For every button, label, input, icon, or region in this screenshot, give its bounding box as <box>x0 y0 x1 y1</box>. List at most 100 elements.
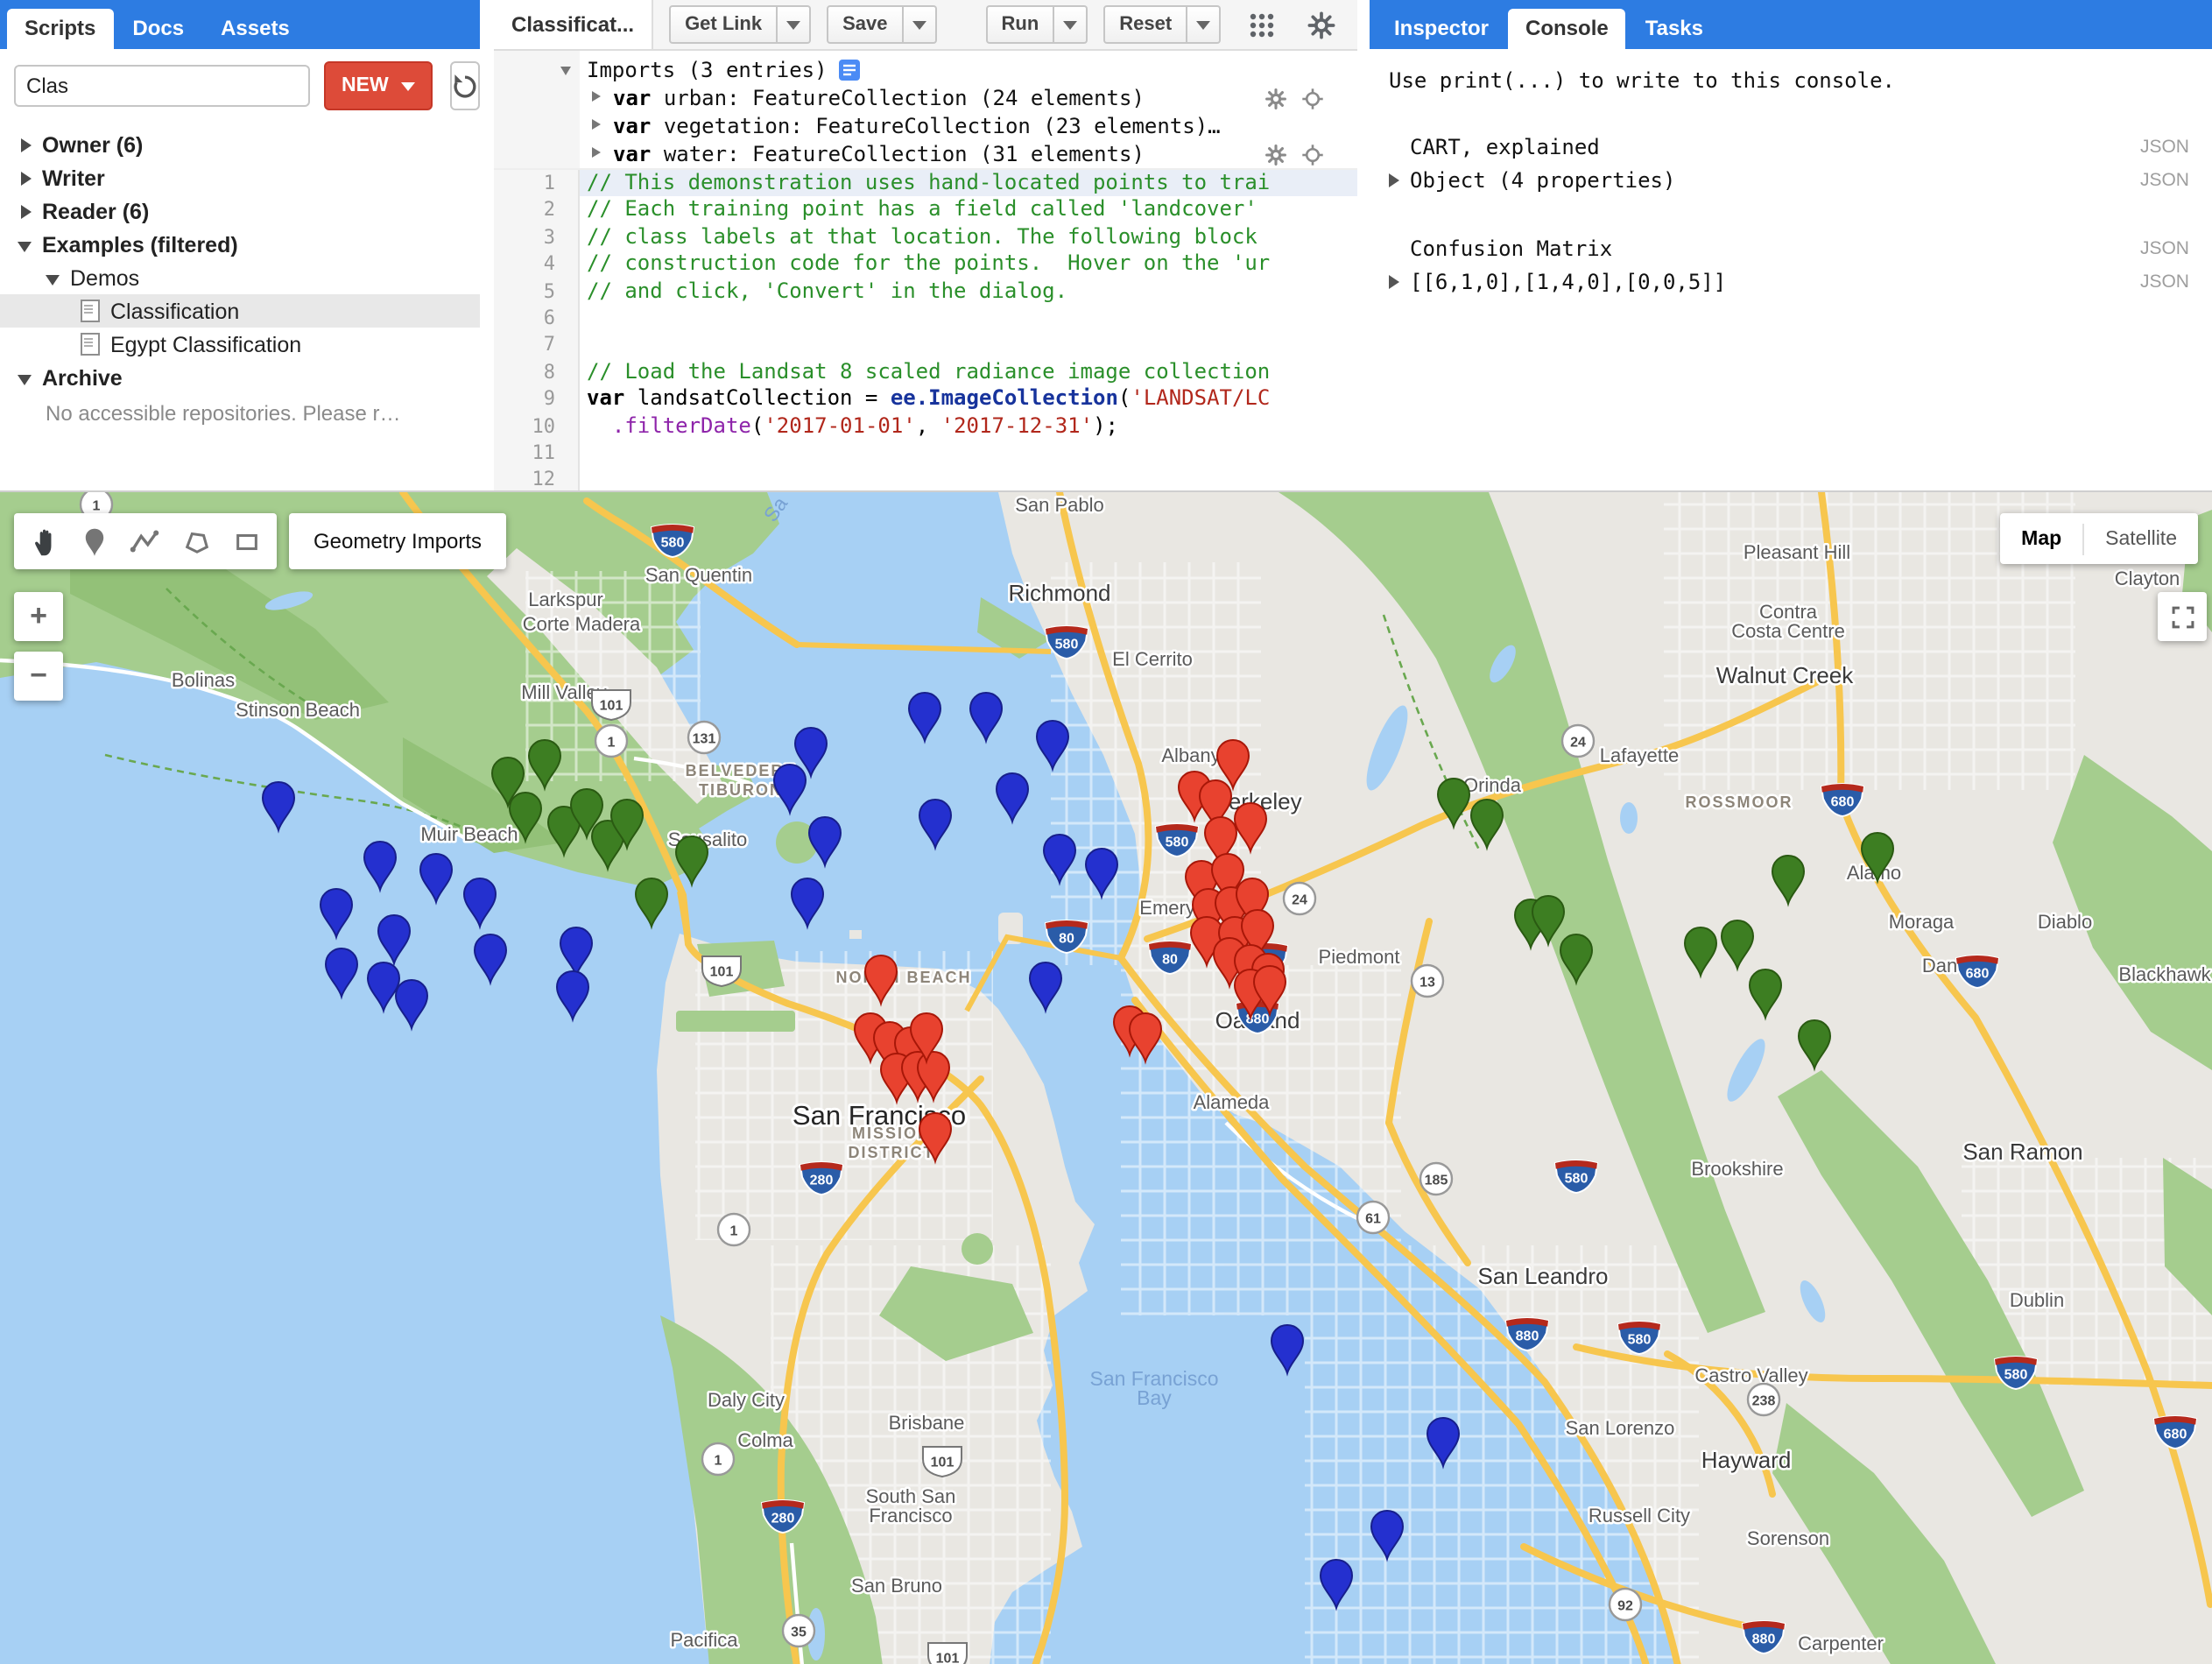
map-label: Orinda <box>1463 774 1522 796</box>
placemark-tool[interactable] <box>72 518 117 564</box>
draw-polygon-tool[interactable] <box>173 518 219 564</box>
map-label: Brookshire <box>1691 1158 1783 1180</box>
expand-icon[interactable] <box>1389 173 1399 187</box>
reset-button[interactable]: Reset <box>1103 5 1187 44</box>
map-label: Alameda <box>1194 1091 1271 1113</box>
tab-inspector[interactable]: Inspector <box>1377 9 1506 49</box>
expand-icon[interactable] <box>592 147 601 158</box>
refresh-icon <box>452 73 478 99</box>
zoom-in-button[interactable]: + <box>14 592 63 641</box>
map-type-satellite-button[interactable]: Satellite <box>2084 513 2198 564</box>
code-line[interactable]: 10 .filterDate('2017-01-01', '2017-12-31… <box>494 412 1357 440</box>
chevron-down-icon[interactable] <box>46 269 70 286</box>
map-label: Daly City <box>708 1389 785 1411</box>
code-line[interactable]: 3// class labels at that location. The f… <box>494 224 1357 251</box>
svg-text:101: 101 <box>710 964 734 979</box>
chevron-right-icon[interactable] <box>18 169 42 187</box>
code-line[interactable]: 9var landsatCollection = ee.ImageCollect… <box>494 385 1357 412</box>
console-panel: Inspector Console Tasks Use print(...) t… <box>1370 0 2212 490</box>
script-tab[interactable]: Classificat... <box>494 0 653 49</box>
map-label: San Lorenzo <box>1566 1417 1675 1439</box>
chevron-down-icon[interactable] <box>18 236 42 253</box>
draw-rectangle-tool[interactable] <box>225 518 271 564</box>
code-line[interactable]: 5// and click, 'Convert' in the dialog. <box>494 278 1357 305</box>
console-entry-value[interactable]: Object (4 properties) <box>1410 168 1675 193</box>
tab-docs[interactable]: Docs <box>115 9 201 49</box>
apps-grid-button[interactable] <box>1245 9 1277 40</box>
refresh-button[interactable] <box>450 61 480 110</box>
script-search-input[interactable] <box>14 65 310 107</box>
import-entry-vegetation[interactable]: var vegetation: FeatureCollection (23 el… <box>494 112 1357 140</box>
save-button[interactable]: Save <box>827 5 903 44</box>
tab-scripts[interactable]: Scripts <box>7 9 113 49</box>
map-label: ROSSMOOR <box>1685 793 1793 811</box>
svg-text:280: 280 <box>771 1511 795 1526</box>
save-dropdown[interactable] <box>904 5 937 44</box>
get-link-button[interactable]: Get Link <box>669 5 778 44</box>
map-type-map-button[interactable]: Map <box>2000 513 2082 564</box>
import-settings-icon[interactable] <box>1265 144 1287 166</box>
code-line[interactable]: 4// construction code for the points. Ho… <box>494 250 1357 278</box>
line-number: 7 <box>494 332 580 359</box>
code-lines[interactable]: 1// This demonstration uses hand-located… <box>494 170 1357 490</box>
tree-item[interactable]: Archive <box>0 361 480 394</box>
svg-text:880: 880 <box>1752 1632 1776 1646</box>
tree-item: No accessible repositories. Please r… <box>0 394 480 433</box>
editor-toolbar: Classificat... Get Link Save Run Reset <box>494 0 1357 51</box>
map-label: Sorenson <box>1747 1527 1829 1549</box>
import-entry-water[interactable]: var water: FeatureCollection (31 element… <box>494 140 1357 168</box>
settings-button[interactable] <box>1305 9 1336 40</box>
svg-text:1: 1 <box>730 1223 738 1238</box>
code-line[interactable]: 7 <box>494 332 1357 359</box>
run-button[interactable]: Run <box>986 5 1055 44</box>
tree-item[interactable]: Classification <box>0 294 480 328</box>
fullscreen-button[interactable] <box>2158 592 2207 641</box>
console-entry-value[interactable]: [[6,1,0],[1,4,0],[0,0,5]] <box>1410 270 1726 294</box>
tree-item[interactable]: Demos <box>0 261 480 294</box>
run-dropdown[interactable] <box>1054 5 1088 44</box>
tree-item[interactable]: Egypt Classification <box>0 328 480 361</box>
get-link-dropdown[interactable] <box>778 5 811 44</box>
tree-item[interactable]: Owner (6) <box>0 128 480 161</box>
code-line[interactable]: 6 <box>494 305 1357 332</box>
code-line[interactable]: 8// Load the Landsat 8 scaled radiance i… <box>494 358 1357 385</box>
chevron-right-icon[interactable] <box>18 202 42 220</box>
import-entry-urban[interactable]: var urban: FeatureCollection (24 element… <box>494 84 1357 112</box>
collapse-icon[interactable] <box>560 67 571 75</box>
expand-icon[interactable] <box>1389 275 1399 289</box>
file-icon <box>81 300 100 322</box>
draw-line-tool[interactable] <box>123 518 168 564</box>
code-line[interactable]: 11 <box>494 440 1357 467</box>
tab-assets[interactable]: Assets <box>203 9 307 49</box>
zoom-out-button[interactable]: − <box>14 652 63 701</box>
tree-item[interactable]: Examples (filtered) <box>0 228 480 261</box>
json-tag: JSON <box>2140 270 2189 293</box>
import-zoom-target-icon[interactable] <box>1301 144 1324 166</box>
pan-hand-tool[interactable] <box>20 518 66 564</box>
tab-console[interactable]: Console <box>1508 9 1626 49</box>
imports-header[interactable]: Imports (3 entries) <box>494 56 1357 84</box>
new-script-button[interactable]: NEW <box>324 61 433 110</box>
earth-engine-code-editor: Scripts Docs Assets NEW Owner (6)WriterR… <box>0 0 2212 1664</box>
map-label: Castro Valley <box>1694 1364 1807 1386</box>
tab-tasks[interactable]: Tasks <box>1628 9 1721 49</box>
import-keyword: var <box>613 142 651 166</box>
import-settings-icon[interactable] <box>1265 88 1287 110</box>
expand-icon[interactable] <box>592 119 601 130</box>
reset-dropdown[interactable] <box>1187 5 1221 44</box>
caret-down-icon <box>912 20 926 29</box>
map-container: San PabloRichmondEl CerritoAlbanyBerkele… <box>0 490 2212 1664</box>
map-label: Piedmont <box>1319 946 1400 968</box>
import-zoom-target-icon[interactable] <box>1301 88 1324 110</box>
tree-item[interactable]: Writer <box>0 161 480 194</box>
code-line[interactable]: 12 <box>494 467 1357 490</box>
expand-icon[interactable] <box>592 91 601 102</box>
chevron-right-icon[interactable] <box>18 136 42 153</box>
map-canvas[interactable]: San PabloRichmondEl CerritoAlbanyBerkele… <box>0 492 2212 1664</box>
code-line[interactable]: 2// Each training point has a field call… <box>494 197 1357 224</box>
chevron-down-icon[interactable] <box>18 369 42 386</box>
code-editor[interactable]: Imports (3 entries) var urban: FeatureCo… <box>494 51 1357 490</box>
geometry-imports-button[interactable]: Geometry Imports <box>289 513 506 569</box>
code-line[interactable]: 1// This demonstration uses hand-located… <box>494 170 1357 197</box>
tree-item[interactable]: Reader (6) <box>0 194 480 228</box>
